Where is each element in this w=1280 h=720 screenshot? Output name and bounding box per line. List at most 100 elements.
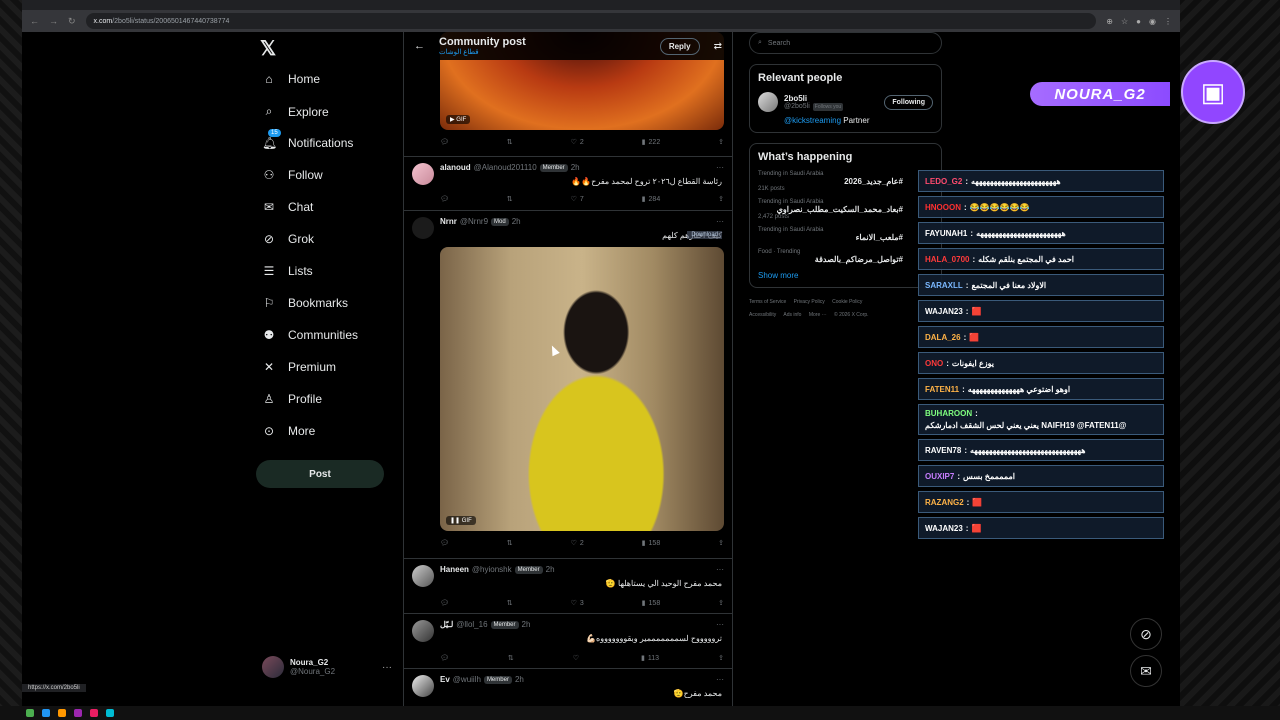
retweet-icon[interactable]: ⇅ [508,654,514,662]
more-dots-icon[interactable]: ··· [716,163,724,172]
like-button[interactable]: ♡ 2 [571,138,584,147]
retweet-icon[interactable]: ⇅ [507,138,513,146]
views-button[interactable]: ▮ 222 [642,138,661,147]
zoom-icon[interactable]: ⊕ [1106,17,1113,26]
reply-icon[interactable]: 💬︎ [440,138,449,146]
reply-button[interactable]: Reply [659,37,700,55]
more-dots-icon[interactable]: ··· [716,565,724,574]
bio-link[interactable]: @kickstreaming [784,116,841,125]
app-icon[interactable] [106,709,114,717]
share-icon[interactable]: ⇪ [718,599,724,607]
footer-link[interactable]: More ··· [809,312,827,318]
trend-item[interactable]: Trending in Saudi Arabia #ملعب_الانماء [758,227,933,242]
app-icon[interactable] [90,709,98,717]
author-name[interactable]: Ev [440,675,450,684]
post-item[interactable]: Haneen @hyionshk Member 2h ··· محمد مفرح… [404,558,732,612]
app-icon[interactable] [42,709,50,717]
post-item[interactable]: Nrnr @Nrnr9 Mod 2h ··· كيف اختارهم كلهم … [404,210,732,558]
status-bar-url: https://x.com/2bo5li [22,684,86,692]
back-arrow-icon[interactable]: ← [414,40,425,52]
app-icon[interactable] [74,709,82,717]
back-icon[interactable]: ← [30,16,39,26]
nav-more[interactable]: ⊙ More [262,424,315,438]
author-name[interactable]: لـيّل [440,620,453,629]
download-button[interactable]: Download [687,231,722,239]
x-logo-icon[interactable]: 𝕏 [260,36,276,61]
more-dots-icon[interactable]: ··· [716,217,724,226]
footer-link[interactable]: Accessibility [749,312,776,318]
retweet-icon[interactable]: ⇅ [507,599,513,607]
settings-sliders-icon[interactable]: ⇄ [714,41,722,52]
views-button[interactable]: ▮ 284 [642,195,661,204]
more-dots-icon[interactable]: ··· [716,675,724,684]
reply-icon[interactable]: 💬︎ [440,539,449,547]
footer-link[interactable]: Terms of Service [749,299,786,305]
nav-grok[interactable]: ⊘ Grok [262,232,314,246]
account-switcher[interactable]: Noura_G2 @Noura_G2 ··· [262,656,392,678]
post-button[interactable]: Post [256,460,384,488]
nav-bookmarks[interactable]: ⚐ Bookmarks [262,296,348,310]
post-item[interactable]: alanoud @Alanoud201110 Member 2h ··· رئا… [404,156,732,210]
views-button[interactable]: ▮ 158 [642,599,661,608]
author-name[interactable]: Haneen [440,565,469,574]
nav-follow[interactable]: ⚇ Follow [262,168,323,182]
more-circle-icon: ⊙ [263,424,275,438]
chat-message: SARAXLL: الاولاد معنا في المجتمع [918,274,1164,296]
trend-item[interactable]: Trending in Saudi Arabia #بعاد_محمد_السك… [758,199,933,220]
star-icon[interactable]: ☆ [1121,17,1128,26]
share-icon[interactable]: ⇪ [718,539,724,547]
author-name[interactable]: alanoud [440,163,471,172]
nav-notifications[interactable]: 🔔︎ 15 Notifications [262,129,353,150]
like-button[interactable]: ♡ [573,654,582,662]
reply-icon[interactable]: 💬︎ [440,654,449,662]
reload-icon[interactable]: ↻ [68,16,76,27]
post-header: alanoud @Alanoud201110 Member 2h ··· [440,163,724,172]
share-icon[interactable]: ⇪ [718,195,724,203]
grok-icon[interactable]: ⊘ [1130,618,1162,650]
post-item[interactable]: Ev @wuiilh Member 2h ··· محمد مفرح🫡 [404,668,732,706]
footer-link[interactable]: Ads info [783,312,801,318]
views-button[interactable]: ▮ 158 [642,539,661,548]
search-input[interactable]: ⌕ Search [749,32,942,54]
following-button[interactable]: Following [884,94,933,110]
nav-chat[interactable]: ✉ Chat [262,200,313,214]
share-icon[interactable]: ⇪ [718,654,724,662]
extension-icon[interactable]: ● [1136,17,1141,26]
messages-icon[interactable]: ✉ [1130,655,1162,687]
share-icon[interactable]: ⇪ [718,138,724,146]
nav-communities[interactable]: ⚉ Communities [262,328,358,342]
nav-lists[interactable]: ☰ Lists [262,264,313,278]
person-row[interactable]: 2bo5li @2bo5li Follows you Following [758,92,933,112]
retweet-icon[interactable]: ⇅ [507,195,513,203]
show-more-link[interactable]: Show more [758,271,933,280]
post-item[interactable]: لـيّل @llol_16 Member 2h ··· تروووووح لس… [404,613,732,667]
nav-explore[interactable]: ⌕ Explore [262,104,329,119]
more-dots-icon[interactable]: ··· [382,662,392,673]
views-button[interactable]: ▮ 113 [641,654,659,663]
like-button[interactable]: ♡ 3 [571,599,584,608]
app-icon[interactable] [58,709,66,717]
author-name[interactable]: Nrnr [440,217,457,226]
community-name[interactable]: قطاع الوشات [439,48,526,56]
gif-media[interactable]: ❚❚ GIF [440,247,724,531]
nav-home[interactable]: ⌂ Home [262,72,320,86]
more-dots-icon[interactable]: ··· [716,620,724,629]
reply-icon[interactable]: 💬︎ [440,195,449,203]
forward-icon[interactable]: → [49,16,58,26]
menu-icon[interactable]: ⋮ [1164,17,1172,26]
nav-premium[interactable]: ✕ Premium [262,360,336,374]
trend-item[interactable]: Trending in Saudi Arabia #عام_جديد_2026 … [758,171,933,192]
app-icon[interactable] [26,709,34,717]
gif-badge[interactable]: ❚❚ GIF [446,516,476,525]
address-field[interactable]: x.com/2bo5li/status/2006501467440738774 [85,13,1097,29]
footer-link[interactable]: Cookie Policy [832,299,862,305]
profile-icon[interactable]: ◉ [1149,17,1156,26]
like-button[interactable]: ♡ 2 [571,539,584,548]
footer-link[interactable]: Privacy Policy [794,299,825,305]
like-button[interactable]: ♡ 7 [571,195,584,204]
nav-profile[interactable]: ♙ Profile [262,392,322,406]
reply-icon[interactable]: 💬︎ [440,599,449,607]
retweet-icon[interactable]: ⇅ [507,539,513,547]
trend-item[interactable]: Food · Trending #تواصل_مرضاكم_بالصدقة [758,249,933,264]
nav-label: Bookmarks [288,296,349,310]
